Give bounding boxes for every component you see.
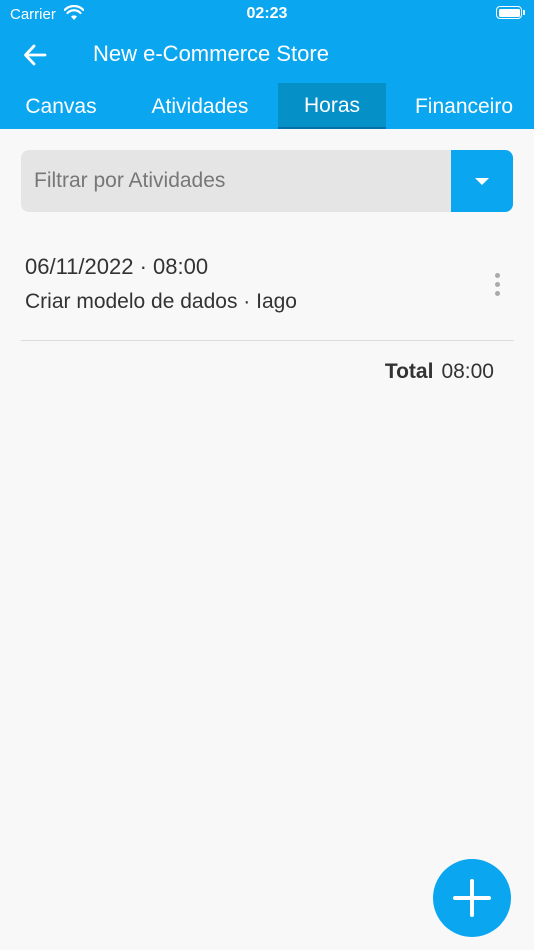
- entry-description: Criar modelo de dados · Iago: [25, 290, 297, 313]
- total-label: Total: [384, 360, 434, 383]
- entry-date-time: 06/11/2022 · 08:00: [25, 254, 209, 279]
- nav-bar: New e-Commerce Store: [0, 34, 534, 76]
- filter-placeholder: Filtrar por Atividades: [34, 169, 226, 192]
- status-bar: Carrier 02:23: [0, 0, 534, 28]
- filter-dropdown-button[interactable]: [451, 150, 513, 212]
- tab-horas[interactable]: Horas: [278, 83, 386, 129]
- hour-entry[interactable]: 06/11/2022 · 08:00 Criar modelo de dados…: [0, 240, 534, 340]
- total-value: 08:00: [441, 360, 494, 383]
- tab-canvas[interactable]: Canvas: [0, 83, 122, 129]
- more-vertical-icon[interactable]: [488, 270, 508, 300]
- caret-down-icon: [475, 178, 489, 185]
- arrow-left-icon[interactable]: [22, 42, 48, 68]
- app-header: Carrier 02:23 New e-Commerce Store Canva…: [0, 0, 534, 129]
- activity-filter[interactable]: Filtrar por Atividades: [21, 150, 513, 212]
- battery-icon: [496, 6, 525, 19]
- clock: 02:23: [246, 5, 288, 22]
- tab-financeiro[interactable]: Financeiro: [386, 83, 534, 129]
- divider: [21, 340, 514, 341]
- page-title: New e-Commerce Store: [93, 41, 329, 66]
- total-row: Total 08:00: [385, 360, 494, 384]
- plus-icon: [453, 879, 491, 917]
- tab-bar: Canvas Atividades Horas Financeiro: [0, 83, 534, 129]
- tab-atividades[interactable]: Atividades: [122, 83, 278, 129]
- add-entry-button[interactable]: [433, 859, 511, 937]
